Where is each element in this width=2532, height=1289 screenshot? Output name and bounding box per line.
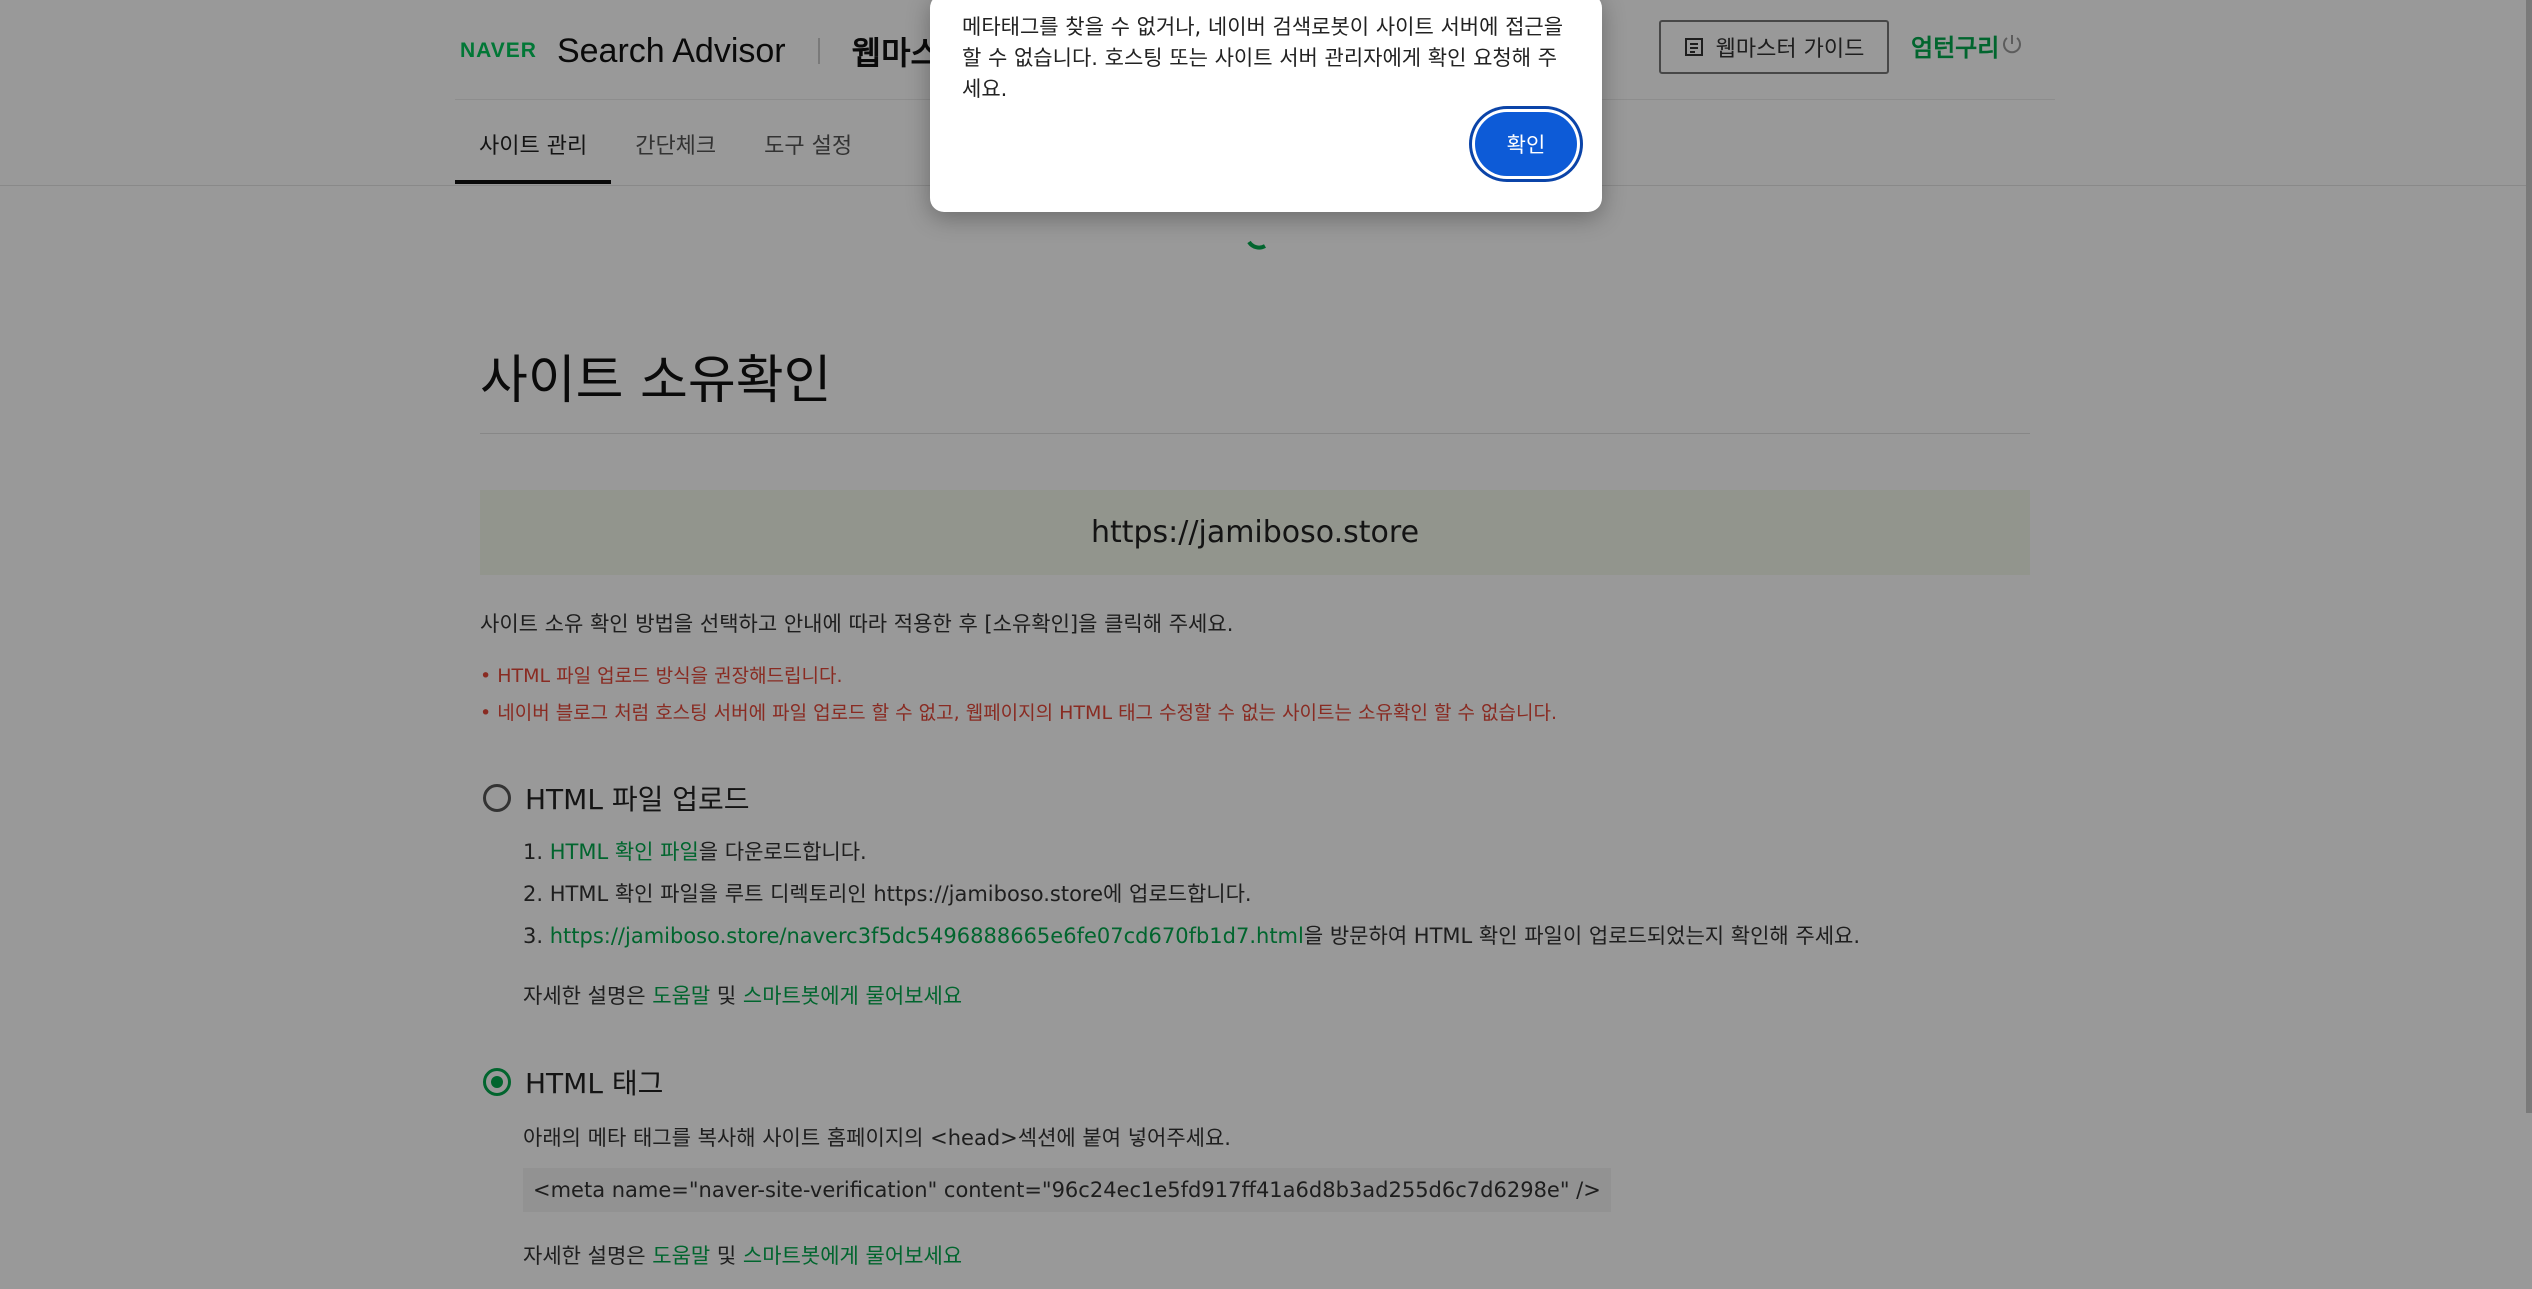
scrollbar[interactable] xyxy=(2526,0,2532,1113)
page: NAVER Search Advisor 웹마스터 도구 웹마스터 가이드 엄턴… xyxy=(0,0,2532,1289)
alert-message: 메타태그를 찾을 수 없거나, 네이버 검색로봇이 사이트 서버에 접근을 할 … xyxy=(962,15,1564,101)
confirm-button[interactable]: 확인 xyxy=(1475,112,1577,176)
alert-dialog: 메타태그를 찾을 수 없거나, 네이버 검색로봇이 사이트 서버에 접근을 할 … xyxy=(930,0,1602,212)
